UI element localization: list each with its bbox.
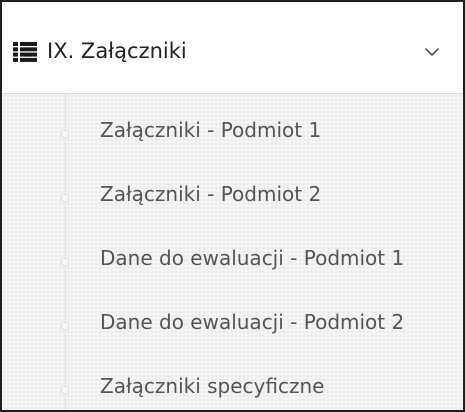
submenu-list: Załączniki - Podmiot 1 Załączniki - Podm… [2,94,463,410]
submenu-item-label: Załączniki specyficzne [100,374,325,398]
submenu-item-zalaczniki-specyficzne[interactable]: Załączniki specyficzne [2,350,463,410]
section-title: IX. Załączniki [47,39,187,63]
section-header-attachments[interactable]: IX. Załączniki [2,2,463,94]
submenu-item-zalaczniki-podmiot-2[interactable]: Załączniki - Podmiot 2 [2,158,463,222]
submenu-item-label: Dane do ewaluacji - Podmiot 1 [100,246,405,270]
tree-bullet [61,258,69,266]
submenu-item-dane-ewaluacji-podmiot-2[interactable]: Dane do ewaluacji - Podmiot 2 [2,286,463,350]
tree-bullet [61,194,69,202]
submenu-item-label: Załączniki - Podmiot 2 [100,182,322,206]
submenu-item-dane-ewaluacji-podmiot-1[interactable]: Dane do ewaluacji - Podmiot 1 [2,222,463,286]
submenu-item-label: Dane do ewaluacji - Podmiot 2 [100,310,405,334]
submenu-item-label: Załączniki - Podmiot 1 [100,118,322,142]
tree-bullet [61,130,69,138]
submenu-item-zalaczniki-podmiot-1[interactable]: Załączniki - Podmiot 1 [2,94,463,158]
list-icon [13,42,37,62]
chevron-down-icon[interactable] [420,40,444,64]
attachments-menu-panel: IX. Załączniki Załączniki - Podmiot 1 Za… [0,0,465,412]
tree-bullet [61,322,69,330]
tree-bullet [61,386,69,394]
